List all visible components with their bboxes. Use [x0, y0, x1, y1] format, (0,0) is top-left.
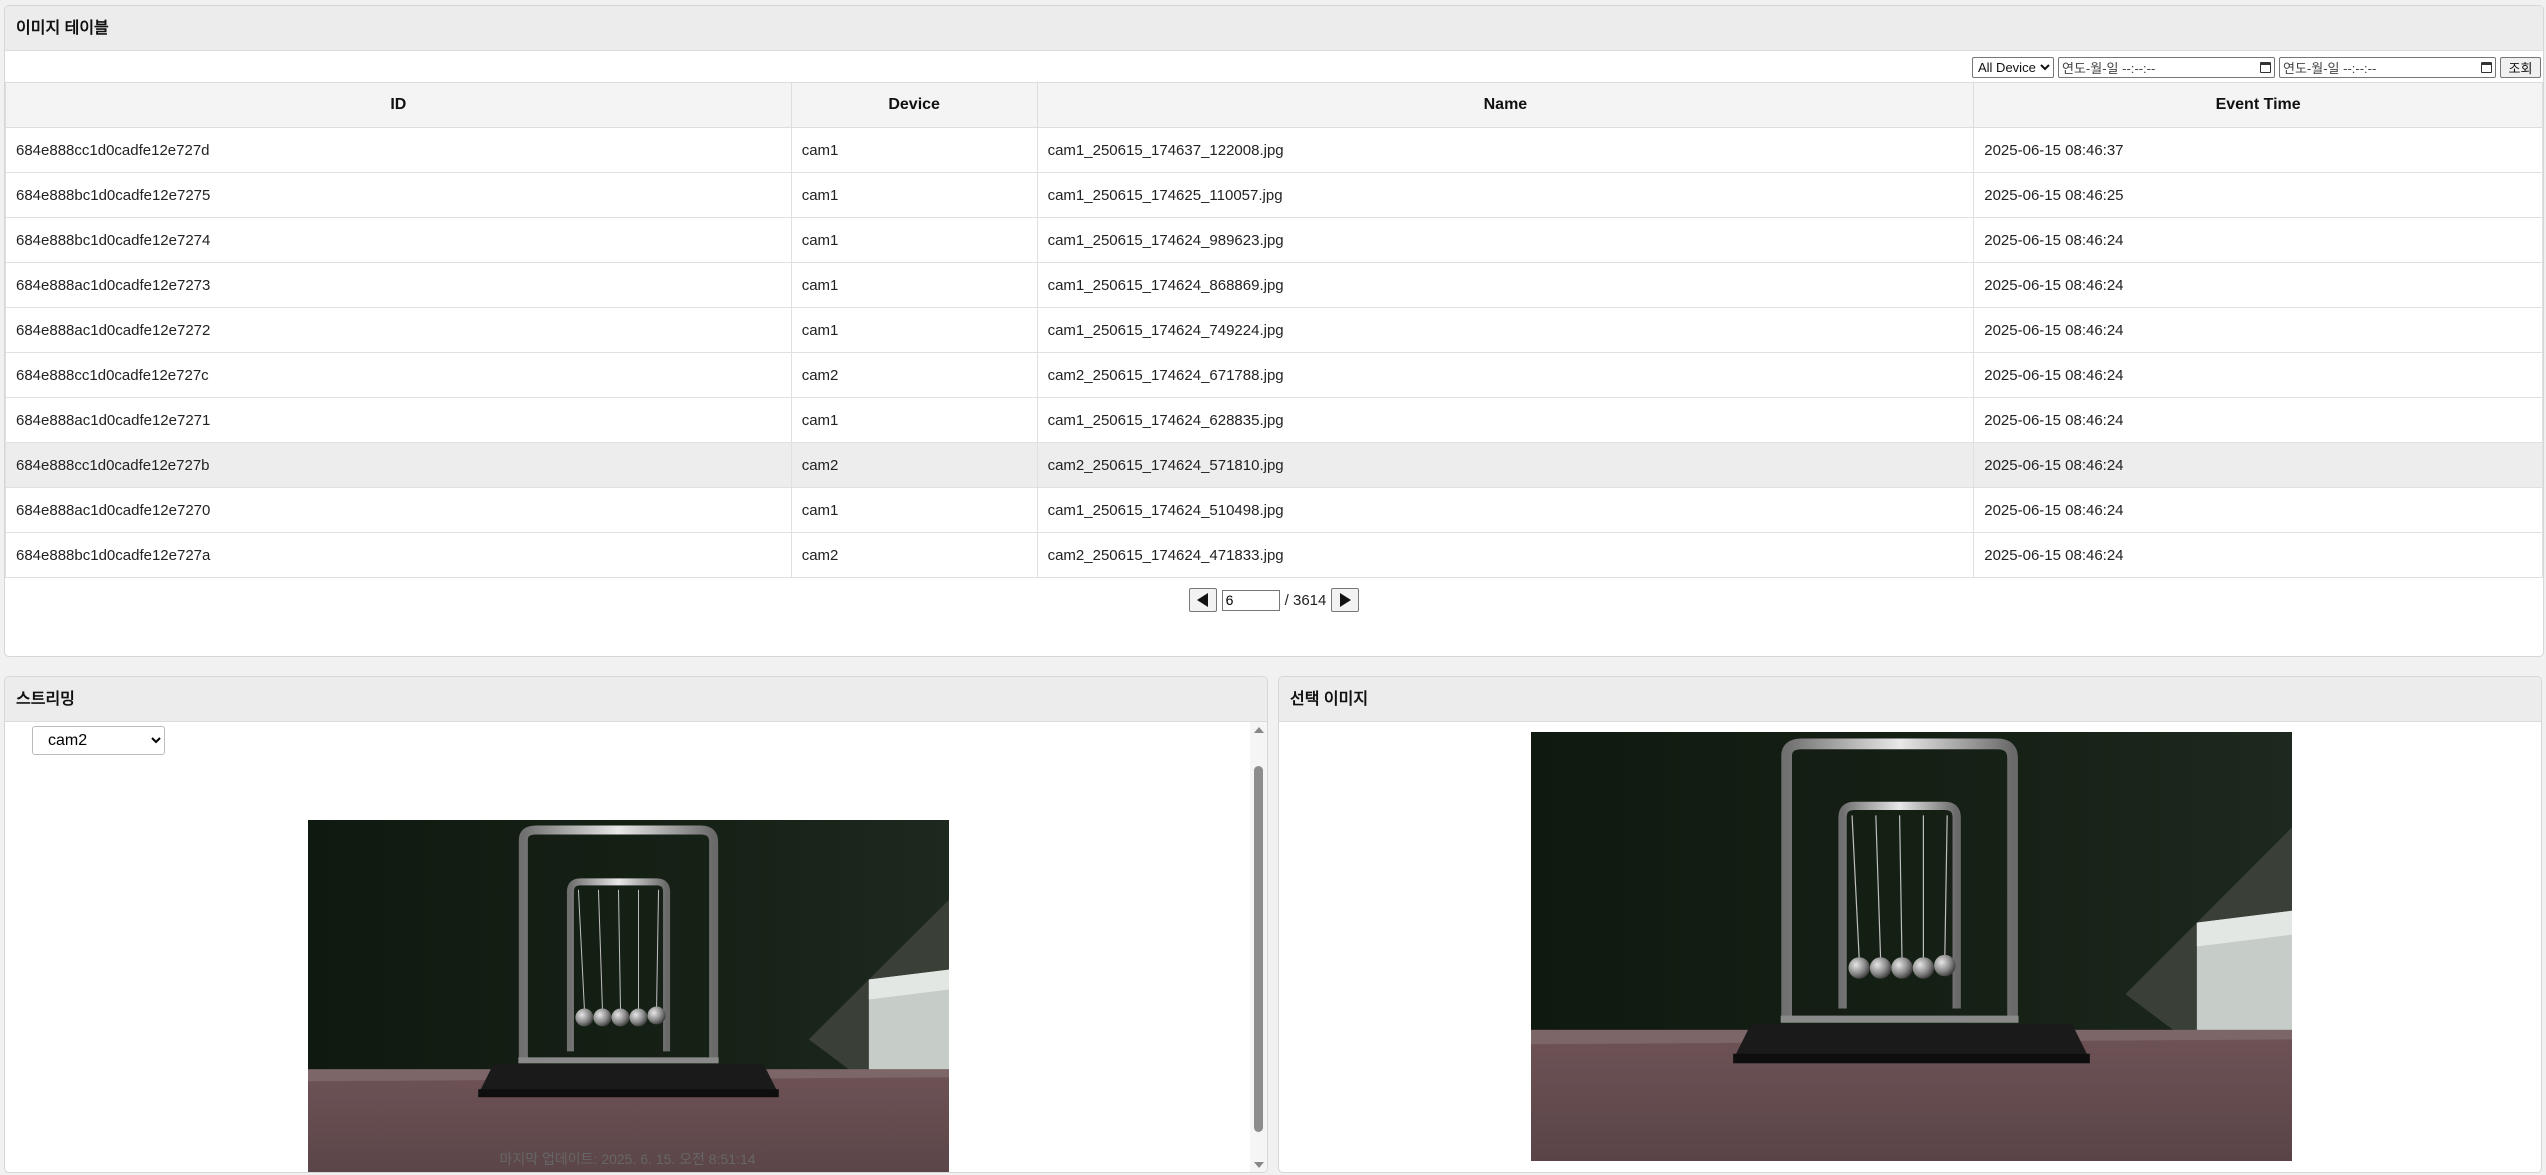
streaming-title: 스트리밍	[5, 677, 1267, 722]
streaming-panel: 스트리밍 cam2 마지막 업데이트: 2025. 6. 15. 오전 8:51…	[4, 676, 1268, 1173]
table-row[interactable]: 684e888cc1d0cadfe12e727c cam2 cam2_250615_…	[5, 352, 2543, 398]
cell-device: cam1	[790, 487, 1038, 533]
cell-event-time: 2025-06-15 08:46:24	[1973, 262, 2543, 308]
cell-event-time: 2025-06-15 08:46:24	[1973, 487, 2543, 533]
page-number-input[interactable]	[1221, 589, 1280, 611]
calendar-icon[interactable]	[2481, 61, 2492, 73]
cell-name: cam1_250615_174624_628835.jpg	[1036, 397, 1975, 443]
end-datetime-placeholder: 연도-월-일 --:--:--	[2283, 60, 2377, 76]
cell-id: 684e888cc1d0cadfe12e727d	[5, 127, 792, 173]
filter-bar: All Device 연도-월-일 --:--:-- 연도-월-일 --:--:…	[1972, 55, 2541, 79]
table-row[interactable]: 684e888ac1d0cadfe12e7271 cam1 cam1_250615_…	[5, 397, 2543, 443]
start-datetime-placeholder: 연도-월-일 --:--:--	[2062, 60, 2156, 76]
cell-device: cam1	[790, 397, 1038, 443]
cell-name: cam1_250615_174637_122008.jpg	[1036, 127, 1975, 173]
cell-name: cam1_250615_174624_868869.jpg	[1036, 262, 1975, 308]
table-row[interactable]: 684e888bc1d0cadfe12e727a cam2 cam2_250615_…	[5, 532, 2543, 578]
cell-name: cam1_250615_174625_110057.jpg	[1036, 172, 1975, 218]
cell-id: 684e888ac1d0cadfe12e7272	[5, 307, 792, 353]
cell-event-time: 2025-06-15 08:46:25	[1973, 172, 2543, 218]
total-pages-label: / 3614	[1284, 591, 1327, 609]
table-row[interactable]: 684e888ac1d0cadfe12e7270 cam1 cam1_250615_…	[5, 487, 2543, 533]
cell-id: 684e888ac1d0cadfe12e7271	[5, 397, 792, 443]
cell-id: 684e888ac1d0cadfe12e7270	[5, 487, 792, 533]
cell-name: cam1_250615_174624_989623.jpg	[1036, 217, 1975, 263]
selected-image	[1531, 732, 2292, 1161]
table-header-row: ID Device Name Event Time	[5, 82, 2543, 128]
last-update-text: 마지막 업데이트: 2025. 6. 15. 오전 8:51:14	[499, 1151, 756, 1167]
prev-page-button[interactable]	[1188, 588, 1217, 612]
column-header-id[interactable]: ID	[5, 82, 792, 128]
column-header-name[interactable]: Name	[1036, 82, 1975, 128]
next-page-button[interactable]	[1331, 588, 1360, 612]
cell-name: cam1_250615_174624_749224.jpg	[1036, 307, 1975, 353]
cell-event-time: 2025-06-15 08:46:24	[1973, 217, 2543, 263]
cell-event-time: 2025-06-15 08:46:24	[1973, 352, 2543, 398]
cell-event-time: 2025-06-15 08:46:24	[1973, 442, 2543, 488]
cell-device: cam2	[790, 442, 1038, 488]
cell-id: 684e888bc1d0cadfe12e7275	[5, 172, 792, 218]
cell-id: 684e888ac1d0cadfe12e7273	[5, 262, 792, 308]
device-filter-select[interactable]: All Device	[1972, 56, 2054, 78]
cell-device: cam1	[790, 172, 1038, 218]
image-table-panel: 이미지 테이블 All Device 연도-월-일 --:--:-- 연도-월-…	[4, 5, 2544, 657]
table-row[interactable]: 684e888cc1d0cadfe12e727d cam1 cam1_250615_…	[5, 127, 2543, 173]
end-datetime-input[interactable]: 연도-월-일 --:--:--	[2279, 56, 2496, 78]
camera-image	[1531, 732, 2292, 1161]
cell-device: cam2	[790, 352, 1038, 398]
camera-select[interactable]: cam2	[32, 726, 165, 755]
cell-id: 684e888cc1d0cadfe12e727c	[5, 352, 792, 398]
stream-video-frame	[308, 820, 949, 1172]
cell-id: 684e888bc1d0cadfe12e727a	[5, 532, 792, 578]
scroll-up-icon[interactable]	[1254, 727, 1264, 733]
table-row[interactable]: 684e888bc1d0cadfe12e7274 cam1 cam1_250615_…	[5, 217, 2543, 263]
selected-image-title: 선택 이미지	[1279, 677, 2541, 722]
cell-event-time: 2025-06-15 08:46:24	[1973, 532, 2543, 578]
cell-id: 684e888bc1d0cadfe12e7274	[5, 217, 792, 263]
table-row[interactable]: 684e888ac1d0cadfe12e7272 cam1 cam1_250615_…	[5, 307, 2543, 353]
cell-event-time: 2025-06-15 08:46:24	[1973, 307, 2543, 353]
calendar-icon[interactable]	[2260, 61, 2271, 73]
cell-name: cam2_250615_174624_471833.jpg	[1036, 532, 1975, 578]
cell-device: cam2	[790, 532, 1038, 578]
table-row[interactable]: 684e888bc1d0cadfe12e7275 cam1 cam1_250615_…	[5, 172, 2543, 218]
cell-event-time: 2025-06-15 08:46:24	[1973, 397, 2543, 443]
column-header-event-time[interactable]: Event Time	[1973, 82, 2543, 128]
selected-image-panel: 선택 이미지	[1278, 676, 2542, 1173]
cell-device: cam1	[790, 262, 1038, 308]
image-table: ID Device Name Event Time 684e888cc1d0ca…	[5, 82, 2543, 578]
scrollbar[interactable]	[1250, 722, 1267, 1172]
table-row[interactable]: 684e888ac1d0cadfe12e7273 cam1 cam1_250615_…	[5, 262, 2543, 308]
camera-image	[308, 820, 949, 1172]
cell-name: cam2_250615_174624_671788.jpg	[1036, 352, 1975, 398]
cell-device: cam1	[790, 217, 1038, 263]
cell-name: cam2_250615_174624_571810.jpg	[1036, 442, 1975, 488]
streaming-body: cam2 마지막 업데이트: 2025. 6. 15. 오전 8:51:14	[5, 722, 1267, 1172]
scroll-down-icon[interactable]	[1254, 1162, 1264, 1168]
cell-device: cam1	[790, 307, 1038, 353]
cell-id: 684e888cc1d0cadfe12e727b	[5, 442, 792, 488]
column-header-device[interactable]: Device	[790, 82, 1038, 128]
cell-name: cam1_250615_174624_510498.jpg	[1036, 487, 1975, 533]
search-button[interactable]: 조회	[2500, 56, 2541, 78]
cell-event-time: 2025-06-15 08:46:37	[1973, 127, 2543, 173]
table-row[interactable]: 684e888cc1d0cadfe12e727b cam2 cam2_250615_…	[5, 442, 2543, 488]
triangle-right-icon	[1339, 593, 1351, 607]
triangle-left-icon	[1197, 593, 1209, 607]
start-datetime-input[interactable]: 연도-월-일 --:--:--	[2058, 56, 2275, 78]
pagination: / 3614	[5, 588, 2543, 612]
scrollbar-thumb[interactable]	[1254, 766, 1263, 1132]
cell-device: cam1	[790, 127, 1038, 173]
image-table-title: 이미지 테이블	[5, 6, 2543, 51]
